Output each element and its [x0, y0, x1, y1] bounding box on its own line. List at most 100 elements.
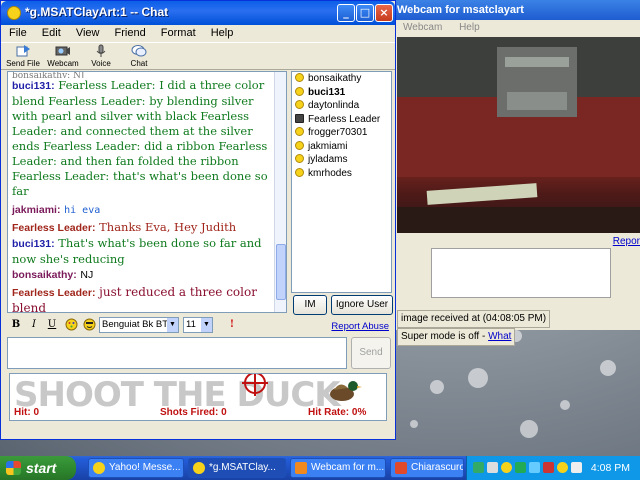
report-abuse-link[interactable]: Report Abuse [331, 321, 389, 332]
snowflake [410, 420, 418, 428]
system-tray: 4:08 PM [466, 456, 640, 480]
menu-edit[interactable]: Edit [42, 27, 61, 39]
taskbar-item-label: *g.MSATClay... [209, 462, 276, 473]
close-button[interactable]: × [375, 4, 393, 22]
tray-icon[interactable] [515, 462, 526, 473]
font-size-select[interactable]: 11 ▼ [183, 317, 213, 333]
maximize-button[interactable]: □ [356, 4, 374, 22]
super-mode-text: Super mode is off - [401, 329, 486, 345]
user-status-icon [295, 100, 304, 109]
tray-icon[interactable] [557, 462, 568, 473]
menu-file[interactable]: File [9, 27, 27, 39]
taskbar-item-label: Chiarascuro1 ... [411, 462, 463, 473]
user-name: daytonlinda [308, 100, 360, 111]
webcam-window: Webcam for msatclayart Webcam Help Repor… [392, 0, 640, 346]
message-text: hi eva [64, 205, 101, 216]
user-name: kmrhodes [308, 167, 352, 179]
send-file-button[interactable]: Send File [3, 44, 43, 68]
webcam-icon [295, 462, 307, 474]
message-nick: buci131: [12, 80, 55, 92]
buzz-icon[interactable]: ! [225, 318, 239, 332]
taskbar-item-yahoo-messenger[interactable]: Yahoo! Messe... [88, 458, 184, 478]
italic-button[interactable]: I [27, 318, 41, 332]
shoot-the-duck-ad[interactable]: SHOOT THE DUCK Hit: 0 Shots Fired: 0 Hit… [9, 373, 387, 421]
message-nick: Fearless Leader: [12, 287, 96, 299]
user-list-item[interactable]: buci131 [292, 86, 391, 100]
taskbar-item-chat[interactable]: *g.MSATClay... [188, 458, 286, 478]
message-text: NJ [80, 269, 94, 281]
messenger-smiley-icon [193, 462, 205, 474]
super-mode-help-link[interactable]: What [488, 331, 511, 342]
user-list-item[interactable]: daytonlinda [292, 99, 391, 113]
webcam-image [397, 37, 640, 233]
crosshair-icon [242, 374, 268, 396]
microphone-icon [96, 44, 106, 57]
messenger-smiley-icon [7, 6, 21, 20]
snowflake [430, 380, 444, 394]
chat-menubar: File Edit View Friend Format Help [1, 25, 395, 41]
messenger-smiley-icon [93, 462, 105, 474]
emoticon-icon[interactable] [82, 318, 96, 332]
ad-shots-fired: Shots Fired: 0 [160, 407, 227, 418]
format-toolbar: B I U Benguiat Bk BT ▼ 11 ▼ ! Report Abu… [7, 317, 393, 335]
font-select[interactable]: Benguiat Bk BT ▼ [99, 317, 179, 333]
user-name: bonsaikathy [308, 73, 362, 84]
taskbar-item-label: Webcam for m... [311, 462, 385, 473]
ignore-user-button[interactable]: Ignore User [331, 295, 393, 315]
tray-icon[interactable] [543, 462, 554, 473]
user-list-item[interactable]: Fearless Leader [292, 113, 391, 127]
network-icon[interactable] [529, 462, 540, 473]
user-list-item[interactable]: frogger70301 [292, 126, 391, 140]
scrollbar-thumb[interactable] [276, 244, 286, 300]
chat-window: *g.MSATClayArt:1 -- Chat _ □ × File Edit… [0, 0, 396, 440]
chat-message: bonsaikathy: NJ [12, 267, 270, 283]
menu-help[interactable]: Help [211, 27, 234, 39]
chat-toolbar: Send File Webcam Voice Chat [1, 42, 395, 70]
snowflake [600, 360, 616, 376]
snowflake [560, 400, 570, 410]
menu-format[interactable]: Format [161, 27, 196, 39]
window-icon [395, 462, 407, 474]
webcam-label: Webcam [47, 59, 79, 68]
menu-friend[interactable]: Friend [115, 27, 146, 39]
send-button[interactable]: Send [351, 337, 391, 369]
bold-button[interactable]: B [9, 318, 23, 332]
webcam-menu-help[interactable]: Help [459, 22, 480, 33]
taskbar-clock: 4:08 PM [590, 462, 630, 474]
webcam-report-link[interactable]: Repor [613, 236, 640, 247]
message-nick: bonsaikathy: [12, 269, 77, 281]
im-button[interactable]: IM [293, 295, 327, 315]
super-mode-status: Super mode is off - What [397, 328, 516, 346]
font-size-value: 11 [186, 319, 196, 330]
font-select-value: Benguiat Bk BT [102, 319, 169, 330]
message-input[interactable] [7, 337, 347, 369]
menu-view[interactable]: View [76, 27, 100, 39]
chat-log[interactable]: bonsaikathy: NJ buci131: Fearless Leader… [7, 71, 287, 313]
user-status-icon [295, 140, 304, 150]
user-list-item[interactable]: kmrhodes [292, 167, 391, 181]
messenger-tray-icon[interactable] [501, 462, 512, 473]
speaker-icon[interactable] [571, 462, 582, 473]
webcam-button[interactable]: Webcam [43, 44, 83, 68]
webcam-icon [55, 46, 70, 56]
ad-hit-count: Hit: 0 [14, 407, 39, 418]
taskbar-item-webcam[interactable]: Webcam for m... [290, 458, 386, 478]
start-button[interactable]: start [0, 456, 76, 480]
text-color-icon[interactable] [64, 318, 78, 332]
tray-icon[interactable] [487, 462, 498, 473]
chat-log-scrollbar[interactable] [274, 72, 286, 312]
underline-button[interactable]: U [45, 318, 59, 332]
minimize-button[interactable]: _ [337, 4, 355, 22]
ad-hit-rate: Hit Rate: 0% [308, 407, 367, 418]
user-list-item[interactable]: jyladams [292, 153, 391, 167]
chat-titlebar[interactable]: *g.MSATClayArt:1 -- Chat _ □ × [1, 1, 395, 25]
user-list-item[interactable]: jakmiami [292, 140, 391, 154]
user-list-item[interactable]: bonsaikathy [292, 72, 391, 86]
user-name: jyladams [308, 154, 348, 165]
taskbar-item-chiarascuro[interactable]: Chiarascuro1 ... [390, 458, 464, 478]
webcam-menu-webcam[interactable]: Webcam [403, 22, 442, 33]
chat-message: jakmiami: hi eva [12, 202, 270, 218]
tray-icon[interactable] [473, 462, 484, 473]
chat-button[interactable]: Chat [119, 44, 159, 68]
voice-button[interactable]: Voice [81, 44, 121, 68]
